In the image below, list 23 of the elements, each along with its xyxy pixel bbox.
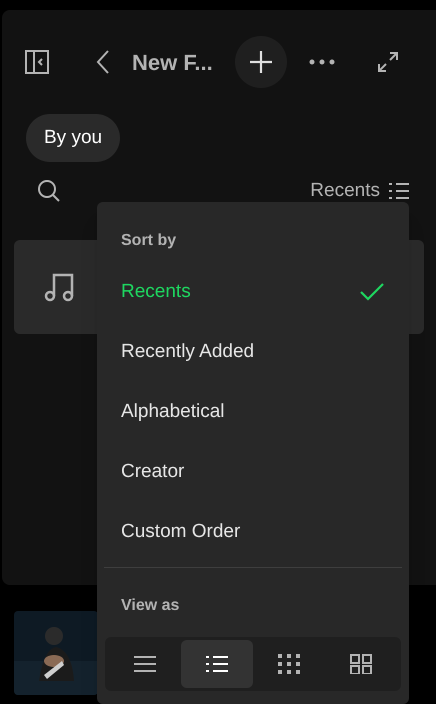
music-note-icon <box>44 272 76 302</box>
filter-chip[interactable]: By you <box>26 114 120 162</box>
list-icon <box>388 182 410 200</box>
grid-icon <box>349 654 373 674</box>
list-view-button[interactable] <box>181 640 253 688</box>
sort-button[interactable]: Recents <box>310 176 410 206</box>
menu-item[interactable]: Recents <box>101 262 405 322</box>
menu-heading: Sort by <box>121 231 176 251</box>
menu-heading: View as <box>121 596 180 616</box>
collapse-sidebar-icon[interactable] <box>24 49 50 75</box>
more-options-icon[interactable] <box>308 58 335 66</box>
search-icon[interactable] <box>36 178 62 204</box>
menu-item[interactable]: Recently Added <box>101 322 405 382</box>
list-icon <box>205 654 229 674</box>
dot-grid-icon <box>277 654 301 674</box>
menu-item[interactable]: Creator <box>101 442 405 502</box>
plus-icon <box>248 49 274 75</box>
menu-item[interactable]: Alphabetical <box>101 382 405 442</box>
compact-list-icon <box>133 654 157 674</box>
folder-title: New F... <box>132 48 213 76</box>
check-icon <box>359 282 385 302</box>
expand-icon[interactable] <box>376 51 399 73</box>
menu-item[interactable]: Custom Order <box>101 502 405 562</box>
